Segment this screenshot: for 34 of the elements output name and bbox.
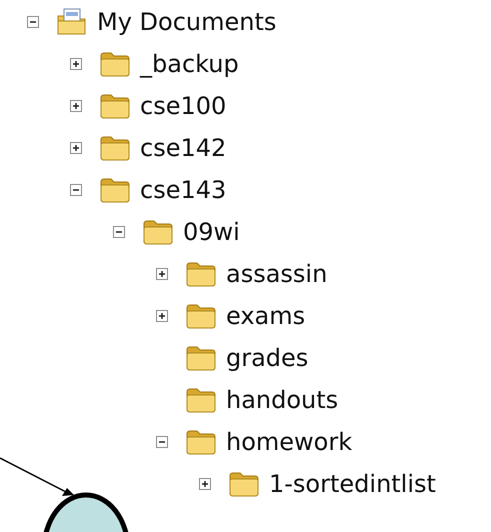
folder-label[interactable]: cse100 bbox=[140, 94, 226, 118]
folder-icon bbox=[99, 135, 131, 161]
folder-label[interactable]: grades bbox=[226, 346, 308, 370]
expand-toggle[interactable] bbox=[70, 142, 82, 154]
folder-icon bbox=[185, 345, 217, 371]
folder-icon bbox=[99, 93, 131, 119]
folder-icon bbox=[185, 261, 217, 287]
expand-toggle[interactable] bbox=[199, 478, 211, 490]
collapse-toggle[interactable] bbox=[27, 16, 39, 28]
folder-icon bbox=[99, 51, 131, 77]
folder-label[interactable]: assassin bbox=[226, 262, 328, 286]
folder-icon bbox=[142, 219, 174, 245]
folder-icon bbox=[99, 177, 131, 203]
documents-folder-icon bbox=[56, 8, 88, 36]
collapse-toggle[interactable] bbox=[156, 436, 168, 448]
folder-icon bbox=[185, 387, 217, 413]
collapse-toggle[interactable] bbox=[113, 226, 125, 238]
folder-label[interactable]: homework bbox=[226, 430, 352, 454]
folder-icon bbox=[228, 471, 260, 497]
folder-label[interactable]: cse143 bbox=[140, 178, 226, 202]
collapse-toggle[interactable] bbox=[70, 184, 82, 196]
expand-toggle[interactable] bbox=[156, 310, 168, 322]
folder-label[interactable]: cse142 bbox=[140, 136, 226, 160]
folder-label[interactable]: exams bbox=[226, 304, 306, 328]
expand-toggle[interactable] bbox=[70, 100, 82, 112]
folder-label[interactable]: My Documents bbox=[97, 10, 276, 34]
folder-label[interactable]: handouts bbox=[226, 388, 338, 412]
expand-toggle[interactable] bbox=[70, 58, 82, 70]
folder-label[interactable]: _backup bbox=[140, 52, 239, 76]
folder-label[interactable]: 1-sortedintlist bbox=[269, 472, 436, 496]
expand-toggle[interactable] bbox=[156, 268, 168, 280]
folder-icon bbox=[185, 303, 217, 329]
folder-icon bbox=[185, 429, 217, 455]
folder-label[interactable]: 09wi bbox=[183, 220, 240, 244]
